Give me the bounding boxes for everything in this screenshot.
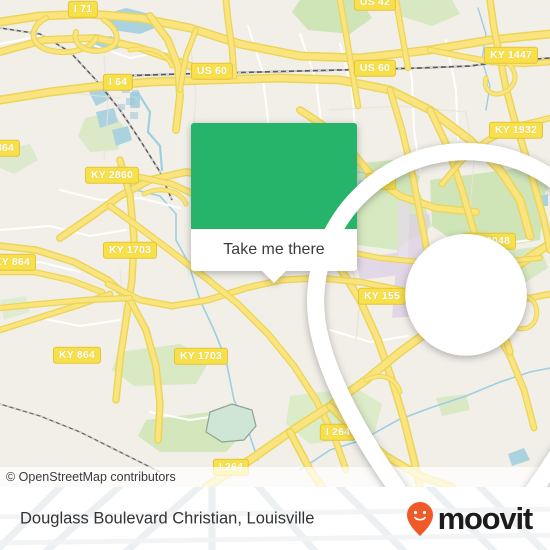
road-shield: I 64 — [102, 73, 134, 91]
callout-pointer — [262, 271, 286, 283]
moovit-logo[interactable]: moovit — [405, 501, 534, 537]
take-me-there-label: Take me there — [223, 241, 325, 258]
road-shield: US 60 — [190, 62, 234, 80]
road-shield: US 42 — [353, 0, 397, 11]
callout-action-bar[interactable]: Take me there — [191, 229, 357, 271]
road-shield: KY 864 — [0, 253, 37, 271]
road-shield: KY 1703 — [102, 241, 158, 259]
footer-bar: Douglass Boulevard Christian, Louisville… — [0, 487, 550, 550]
place-title: Douglass Boulevard Christian, Louisville — [20, 509, 315, 527]
take-me-there-callout[interactable]: Take me there — [191, 123, 550, 487]
road-shield: I 71 — [67, 0, 99, 18]
road-shield: 864 — [0, 139, 21, 157]
road-shield: US 60 — [353, 59, 397, 77]
map-canvas[interactable]: .rd { stroke:#fbe58a; fill:none; stroke-… — [0, 0, 550, 487]
road-shield: KY 864 — [52, 346, 102, 364]
osm-attribution-text: © OpenStreetMap contributors — [6, 470, 176, 484]
moovit-wordmark: moovit — [437, 501, 534, 536]
moovit-pin-icon — [406, 501, 433, 536]
moovit-map-card: .rd { stroke:#fbe58a; fill:none; stroke-… — [0, 0, 550, 550]
road-shield: KY 1447 — [483, 46, 539, 64]
map-pin-icon — [307, 143, 550, 487]
callout-green-panel — [191, 123, 550, 487]
road-shield: KY 2860 — [84, 166, 140, 184]
